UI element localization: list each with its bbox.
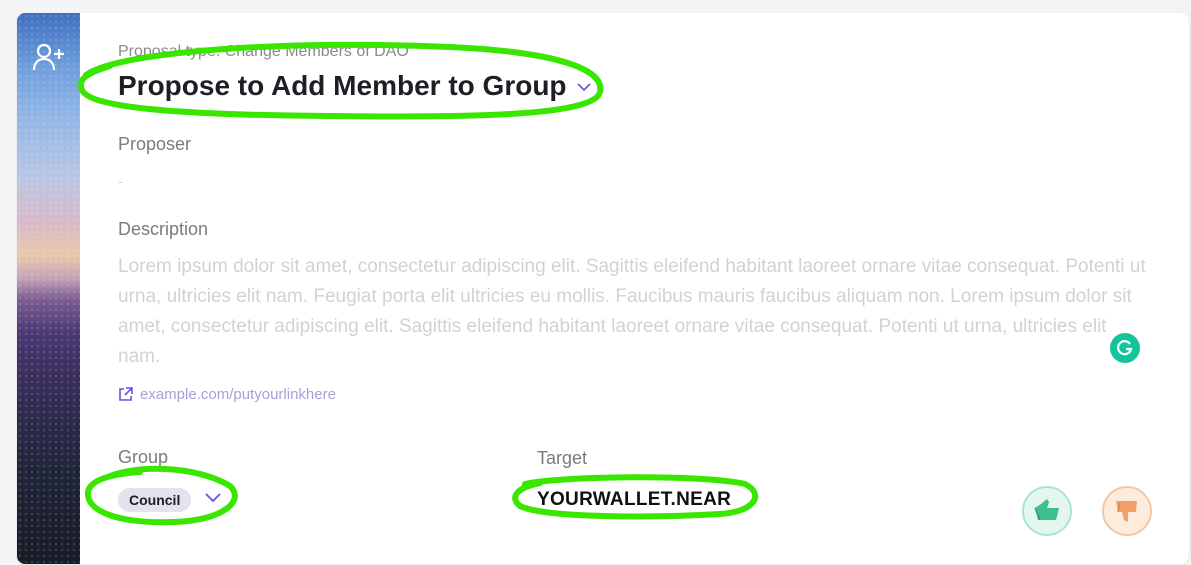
- external-link-icon: [119, 387, 133, 401]
- proposer-label: Proposer: [118, 134, 192, 154]
- proposer-value: -: [118, 173, 123, 189]
- proposal-title: Propose to Add Member to Group: [118, 70, 567, 101]
- proposal-image: [17, 13, 80, 564]
- description-text: Lorem ipsum dolor sit amet, consectetur …: [118, 256, 1146, 367]
- thumbs-down-icon: [1116, 501, 1137, 522]
- grammarly-icon[interactable]: [1110, 333, 1140, 363]
- description-label: Description: [118, 219, 209, 239]
- group-label: Group: [118, 447, 169, 467]
- target-label: Target: [537, 448, 588, 468]
- proposal-card: Proposal type: Change Members of DAO Pro…: [17, 13, 1189, 564]
- proposal-type-text: Proposal type: Change Members of DAO: [118, 43, 409, 60]
- group-badge[interactable]: Council: [118, 488, 192, 512]
- vote-down-button[interactable]: [1102, 486, 1152, 536]
- chevron-down-icon[interactable]: [205, 493, 221, 503]
- thumbs-up-icon: [1034, 499, 1059, 521]
- vote-up-button[interactable]: [1022, 486, 1072, 536]
- target-value: YOURWALLET.NEAR: [537, 489, 732, 510]
- chevron-down-icon[interactable]: [577, 83, 591, 92]
- add-user-icon[interactable]: [33, 43, 67, 71]
- external-link[interactable]: example.com/putyourlinkhere: [118, 386, 336, 403]
- external-link-text[interactable]: example.com/putyourlinkhere: [140, 386, 336, 403]
